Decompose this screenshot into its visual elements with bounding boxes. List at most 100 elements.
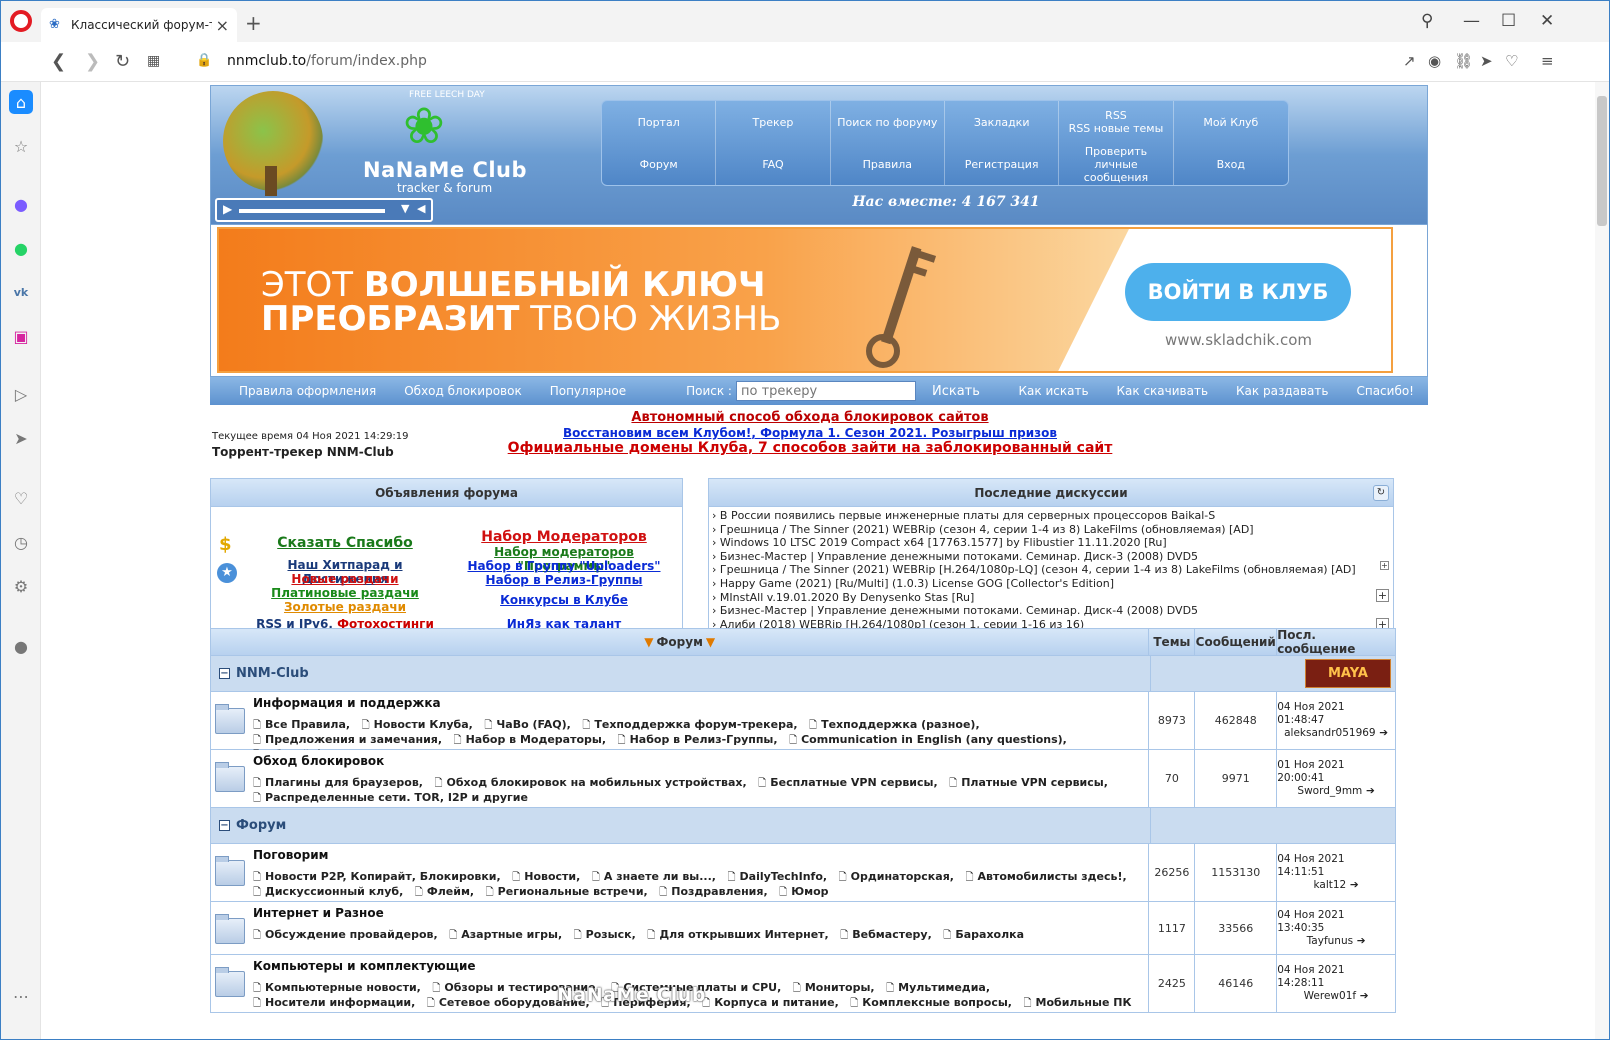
announce-link-1[interactable]: Автономный способ обхода блокировок сайт… <box>410 410 1210 425</box>
close-window-icon[interactable]: ✕ <box>1540 11 1554 31</box>
opera-logo-icon[interactable] <box>10 10 32 32</box>
ad-banner[interactable]: ЭТОТ ВОЛШЕБНЫЙ КЛЮЧ ПРЕОБРАЗИТ ТВОЮ ЖИЗН… <box>210 225 1428 377</box>
subforum-link[interactable]: Все Правила, <box>253 718 350 731</box>
forum-name[interactable]: Компьютеры и комплектующие <box>253 959 1148 973</box>
forward-icon[interactable]: ❯ <box>85 51 100 72</box>
topnav-item[interactable]: Форум <box>602 143 717 185</box>
topnav-item[interactable]: FAQ <box>716 143 831 185</box>
last-post-user[interactable]: Sword_9mm <box>1297 785 1374 798</box>
forum-name[interactable]: Обход блокировок <box>253 754 1148 768</box>
subforum-link[interactable]: Автомобилисты здесь!, <box>965 870 1126 883</box>
scrollbar-thumb[interactable] <box>1597 96 1607 226</box>
audio-player[interactable]: ▶ ▼ ◀ <box>215 198 433 222</box>
messenger-icon[interactable]: ● <box>9 192 33 216</box>
subforum-link[interactable]: ЧаВо (FAQ), <box>484 718 570 731</box>
player-icon[interactable]: ▷ <box>9 382 33 406</box>
subforum-link[interactable]: Предложения и замечания, <box>253 733 442 746</box>
history-icon[interactable]: ◷ <box>9 530 33 554</box>
topnav-item[interactable]: RSS RSS новые темы <box>1059 101 1174 143</box>
announce-link-3a[interactable]: Официальные домены Клуба <box>508 440 748 456</box>
maya-ad[interactable]: MAYA <box>1305 659 1391 688</box>
maximize-icon[interactable]: ☐ <box>1501 11 1516 31</box>
say-thanks-link[interactable]: Сказать Спасибо <box>255 535 435 551</box>
settings-icon[interactable]: ⚙ <box>9 574 33 598</box>
discussion-item[interactable]: › Бизнес-Мастер | Управление денежными п… <box>712 604 1393 618</box>
release-groups-link[interactable]: Набор в Релиз-Группы <box>451 573 677 587</box>
forum-name[interactable]: Поговорим <box>253 848 1148 862</box>
discussion-item[interactable]: › Грешница / The Sinner (2021) WEBRip (с… <box>712 523 1393 537</box>
lightbulb-icon[interactable]: ● <box>9 634 33 658</box>
join-club-button[interactable]: ВОЙТИ В КЛУБ <box>1125 263 1351 321</box>
play-icon[interactable]: ▶ <box>223 202 232 216</box>
gold-releases-link[interactable]: Золотые раздачи <box>255 600 435 614</box>
topnav-item[interactable]: Мой Клуб <box>1174 101 1288 143</box>
contests-link[interactable]: Конкурсы в Клубе <box>451 593 677 607</box>
subforum-link[interactable]: Юмор <box>779 885 828 898</box>
subnav-rules[interactable]: Правила оформления <box>210 384 390 398</box>
topnav-item[interactable]: Вход <box>1174 143 1288 185</box>
new-releases-link[interactable]: Новые раздачи <box>255 572 435 586</box>
search-button[interactable]: Искать <box>920 384 992 399</box>
discussion-item[interactable]: › В России появились первые инженерные п… <box>712 509 1393 523</box>
tab-active[interactable]: ❀ Классический форум-тре × <box>41 8 237 42</box>
last-post-user[interactable]: Tayfunus <box>1307 935 1366 948</box>
progress-bar[interactable] <box>239 209 385 213</box>
subnav-how-download[interactable]: Как скачивать <box>1103 384 1223 398</box>
subforum-link[interactable]: Обсуждение провайдеров, <box>253 928 438 941</box>
announce-link-2a[interactable]: Восстановим всем Клубом! <box>563 426 751 440</box>
discussion-item[interactable]: › Happy Game (2021) [Ru/Multi] (1.0.3) L… <box>712 577 1393 591</box>
last-post-user[interactable]: kalt12 <box>1314 879 1359 892</box>
topnav-item[interactable]: Регистрация <box>945 143 1060 185</box>
search-icon[interactable]: ⚲ <box>1421 11 1433 31</box>
topnav-item[interactable]: Правила <box>831 143 945 185</box>
subforum-link[interactable]: Комплексные вопросы, <box>850 996 1012 1009</box>
star-icon[interactable]: ☆ <box>9 134 33 158</box>
minimize-icon[interactable]: — <box>1463 11 1480 31</box>
announce-link-3b[interactable]: 7 способов зайти на заблокированный сайт <box>758 440 1112 456</box>
subforum-link[interactable]: Обход блокировок на мобильных устройства… <box>434 776 746 789</box>
close-tab-icon[interactable]: × <box>216 16 229 35</box>
camera-icon[interactable]: ◉ <box>1428 52 1441 70</box>
category-name-cell[interactable]: − NNM-Club <box>211 656 1151 691</box>
subforum-link[interactable]: Распределенные сети. TOR, I2P и другие <box>253 791 528 804</box>
discussion-item[interactable]: › MInstAll v.19.01.2020 By Denysenko Sta… <box>712 591 1393 605</box>
dropdown-icon[interactable]: ▼ <box>401 202 409 215</box>
reload-icon[interactable]: ↻ <box>115 51 130 72</box>
subforum-link[interactable]: Вебмастеру, <box>840 928 932 941</box>
subforum-link[interactable]: А знаете ли вы..., <box>592 870 716 883</box>
discussion-item[interactable]: › Бизнес-Мастер | Управление денежными п… <box>712 550 1393 564</box>
category-name-cell[interactable]: − Форум <box>211 808 1151 843</box>
subforum-link[interactable]: Мультимедиа, <box>886 981 990 994</box>
subnav-bypass[interactable]: Обход блокировок <box>390 384 535 398</box>
subforum-link[interactable]: Корпуса и питание, <box>702 996 839 1009</box>
subforum-link[interactable]: Мобильные ПК <box>1023 996 1131 1009</box>
subforum-link[interactable]: Для открывших Интернет, <box>647 928 828 941</box>
topnav-item[interactable]: Портал <box>602 101 717 143</box>
subforum-link[interactable]: DailyTechInfo, <box>727 870 827 883</box>
menu-icon[interactable]: ≡ <box>1541 52 1554 70</box>
shield-icon[interactable]: ⛓ <box>1454 52 1473 70</box>
discussion-item[interactable]: › Грешница / The Sinner (2021) WEBRip [H… <box>712 563 1393 577</box>
heart-icon[interactable]: ♡ <box>1505 52 1518 70</box>
platinum-releases-link[interactable]: Платиновые раздачи <box>255 586 435 600</box>
search-input[interactable] <box>735 381 916 401</box>
vk-icon[interactable]: vk <box>9 280 33 304</box>
subforum-link[interactable]: Плагины для браузеров, <box>253 776 423 789</box>
category-name[interactable]: NNM-Club <box>236 666 309 681</box>
url-field[interactable]: nnmclub.to/forum/index.php <box>227 53 427 69</box>
collapse-icon[interactable]: − <box>219 820 230 831</box>
home-icon[interactable]: ⌂ <box>9 90 33 114</box>
subforum-link[interactable]: Новости, <box>512 870 580 883</box>
send-sidebar-icon[interactable]: ➤ <box>9 426 33 450</box>
send-icon[interactable]: ➤ <box>1480 52 1493 70</box>
refresh-icon[interactable]: ↻ <box>1373 485 1389 501</box>
subforum-link[interactable]: Платные VPN сервисы, <box>949 776 1108 789</box>
subforum-link[interactable]: Компьютерные новости, <box>253 981 421 994</box>
scrollbar[interactable] <box>1595 82 1609 1039</box>
subforum-link[interactable]: Поздравления, <box>659 885 767 898</box>
subforum-link[interactable]: Носители информации, <box>253 996 415 1009</box>
topnav-item[interactable]: Трекер <box>716 101 831 143</box>
last-post-user[interactable]: aleksandr051969 <box>1284 727 1388 740</box>
tabs-grid-icon[interactable]: ▦ <box>147 53 160 69</box>
subforum-link[interactable]: Азартные игры, <box>449 928 562 941</box>
